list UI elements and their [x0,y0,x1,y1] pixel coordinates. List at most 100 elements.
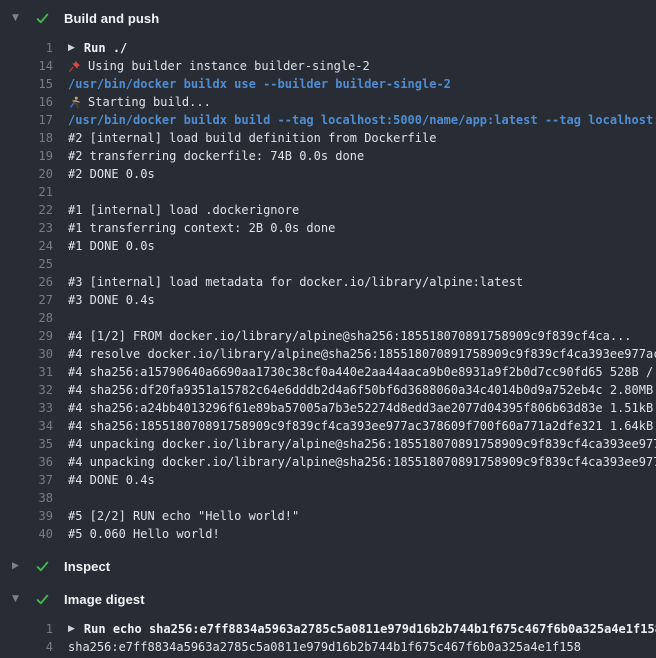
line-number[interactable]: 31 [0,363,53,381]
line-number[interactable]: 27 [0,291,53,309]
log-line: 40 #5 0.060 Hello world! [0,525,656,543]
line-number[interactable]: 15 [0,75,53,93]
line-number[interactable]: 37 [0,471,53,489]
line-text-content: #4 sha256:185518070891758909c9f839cf4ca3… [68,417,656,435]
line-number[interactable]: 24 [0,237,53,255]
line-number[interactable]: 1 [0,39,53,57]
line-number[interactable]: 26 [0,273,53,291]
expand-arrow-icon[interactable]: ▶ [68,39,75,57]
line-text-content: sha256:e7ff8834a5963a2785c5a0811e979d16b… [68,638,581,656]
runner-icon-wrap [68,96,88,109]
line-number[interactable]: 33 [0,399,53,417]
line-text-content: Starting build... [88,93,211,111]
log-line: 36 #4 unpacking docker.io/library/alpine@… [0,453,656,471]
line-number[interactable]: 36 [0,453,53,471]
log-section-inspect: ▶Inspect [0,557,656,575]
log-line: 24 #1 DONE 0.0s [0,237,656,255]
line-number[interactable]: 19 [0,147,53,165]
log-line: 16 Starting build... [0,93,656,111]
section-title: Image digest [64,592,145,607]
line-number[interactable]: 28 [0,309,53,327]
line-text: /usr/bin/docker buildx build --tag local… [68,111,656,129]
success-check-icon [35,10,51,26]
line-text-content: /usr/bin/docker buildx build --tag local… [68,111,656,129]
line-number[interactable]: 17 [0,111,53,129]
line-text: #4 sha256:a24bb4013296f61e89ba57005a7b3e… [68,399,656,417]
line-text: #1 DONE 0.0s [68,237,155,255]
line-text: /usr/bin/docker buildx use --builder bui… [68,75,451,93]
line-number[interactable]: 20 [0,165,53,183]
line-number[interactable]: 21 [0,183,53,201]
log-line: 17/usr/bin/docker buildx build --tag loc… [0,111,656,129]
line-text-content: Run ./ [84,39,127,57]
runner-icon [68,96,81,109]
line-text: #4 unpacking docker.io/library/alpine@sh… [68,453,656,471]
log-line: 26 #3 [internal] load metadata for docker… [0,273,656,291]
line-text-content: #4 unpacking docker.io/library/alpine@sh… [68,453,656,471]
line-number[interactable]: 34 [0,417,53,435]
chevron-down-icon[interactable]: ▼ [12,595,27,604]
pushpin-icon [68,60,81,73]
log-line: 22 #1 [internal] load .dockerignore [0,201,656,219]
log-line: 25 [0,255,656,273]
line-text-content: #1 DONE 0.0s [68,237,155,255]
line-number[interactable]: 22 [0,201,53,219]
line-text-content: #4 sha256:a15790640a6690aa1730c38cf0a440… [68,363,656,381]
log-line: 1 ▶ Run ./ [0,39,656,57]
log-line: 18 #2 [internal] load build definition fr… [0,129,656,147]
expand-arrow-icon[interactable]: ▶ [68,620,75,638]
section-header-image-digest[interactable]: ▼ Image digest [0,590,656,608]
log-line: 29#4 [1/2] FROM docker.io/library/alpine… [0,327,656,345]
line-number[interactable]: 30 [0,345,53,363]
line-text: #5 0.060 Hello world! [68,525,220,543]
line-text: #4 resolve docker.io/library/alpine@sha2… [68,345,656,363]
workflow-log-viewer[interactable]: ▼Build and push1▶Run ./14Using builder i… [0,0,656,656]
line-text: #4 sha256:df20fa9351a15782c64e6dddb2d4a6… [68,381,656,399]
line-text-content: #4 DONE 0.4s [68,471,155,489]
line-number[interactable]: 4 [0,638,53,656]
line-text: Starting build... [68,93,211,111]
line-number[interactable]: 23 [0,219,53,237]
success-check-icon [35,591,51,607]
line-text-content: #1 [internal] load .dockerignore [68,201,299,219]
line-number[interactable]: 18 [0,129,53,147]
success-check-icon [35,558,51,574]
line-text: #3 DONE 0.4s [68,291,155,309]
log-line: 1▶Run echo sha256:e7ff8834a5963a2785c5a0… [0,620,656,638]
line-text-content: #2 [internal] load build definition from… [68,129,436,147]
log-line: 15/usr/bin/docker buildx use --builder b… [0,75,656,93]
log-line: 23#1 transferring context: 2B 0.0s done [0,219,656,237]
line-text: #4 unpacking docker.io/library/alpine@sh… [68,435,656,453]
log-line: 32 #4 sha256:df20fa9351a15782c64e6dddb2d4… [0,381,656,399]
check-icon [35,11,50,26]
line-number[interactable]: 39 [0,507,53,525]
check-icon [35,559,50,574]
line-text: #2 transferring dockerfile: 74B 0.0s don… [68,147,364,165]
line-number[interactable]: 29 [0,327,53,345]
line-number[interactable]: 25 [0,255,53,273]
line-text-content: Using builder instance builder-single-2 [88,57,370,75]
log-lines: 1 ▶ Run ./ 14 Using builder instance builder… [0,39,656,543]
line-text-content: #4 sha256:a24bb4013296f61e89ba57005a7b3e… [68,399,656,417]
chevron-down-icon[interactable]: ▼ [12,14,27,23]
log-line: 30 #4 resolve docker.io/library/alpine@sh… [0,345,656,363]
line-text-content: #4 unpacking docker.io/library/alpine@sh… [68,435,656,453]
section-header-inspect[interactable]: ▶Inspect [0,557,656,575]
line-number[interactable]: 32 [0,381,53,399]
line-text-content: #5 0.060 Hello world! [68,525,220,543]
section-header-build-and-push[interactable]: ▼ Build and push [0,9,656,27]
line-number[interactable]: 1 [0,620,53,638]
line-text-content: #4 resolve docker.io/library/alpine@sha2… [68,345,656,363]
line-text-content: #3 DONE 0.4s [68,291,155,309]
line-text: #3 [internal] load metadata for docker.i… [68,273,523,291]
log-section-build-and-push: ▼ Build and push 1 ▶ Run ./ 14 Using builder i… [0,9,656,543]
line-text: Using builder instance builder-single-2 [68,57,370,75]
line-number[interactable]: 14 [0,57,53,75]
line-number[interactable]: 35 [0,435,53,453]
check-icon [35,592,50,607]
section-title: Build and push [64,11,159,26]
line-number[interactable]: 16 [0,93,53,111]
chevron-right-icon[interactable]: ▶ [12,562,27,571]
line-number[interactable]: 38 [0,489,53,507]
line-number[interactable]: 40 [0,525,53,543]
